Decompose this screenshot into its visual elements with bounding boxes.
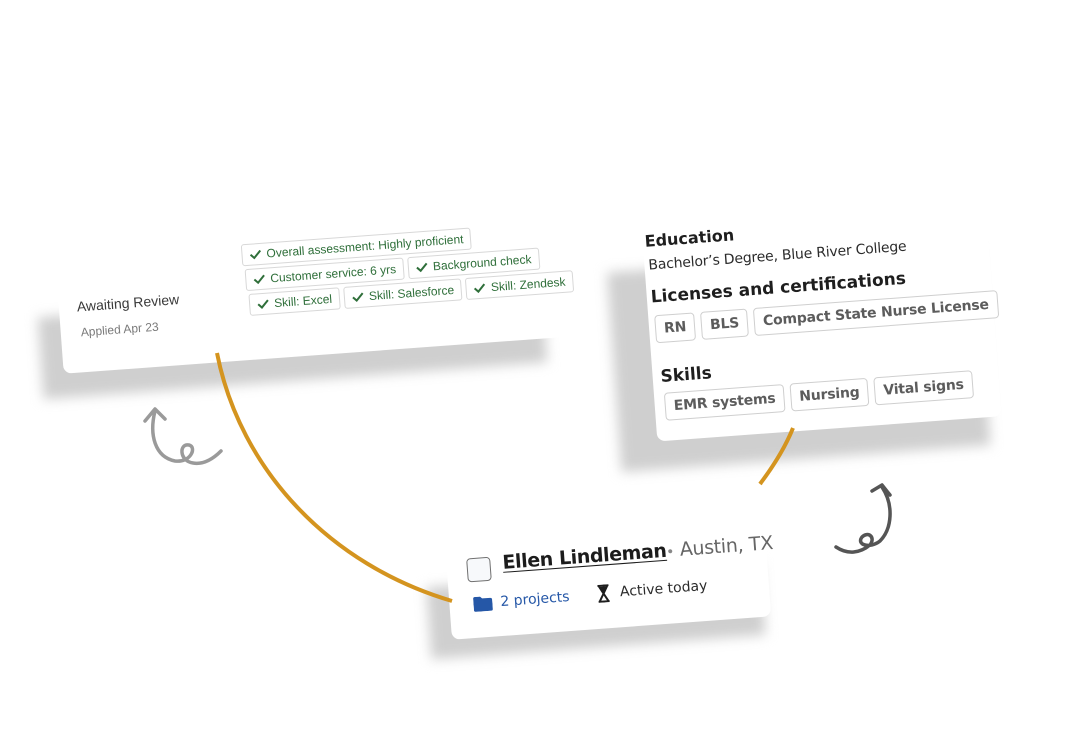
separator-dot: • — [665, 544, 675, 561]
connector-arc — [215, 352, 453, 603]
checkmark-icon — [416, 262, 428, 273]
skills-heading: Skills — [659, 363, 713, 387]
assessment-badge: Skill: Zendesk — [465, 270, 575, 300]
badge-label: Skill: Salesforce — [368, 282, 455, 304]
checkmark-icon — [474, 283, 486, 294]
assessment-badge: Skill: Excel — [248, 287, 341, 316]
badge-label: Background check — [432, 252, 532, 274]
education-heading: Education — [643, 225, 735, 251]
checkmark-icon — [249, 249, 262, 260]
activity-status: Active today — [596, 577, 708, 603]
badge-label: Skill: Excel — [273, 291, 333, 311]
projects-link[interactable]: 2 projects — [473, 589, 570, 612]
license-chip: RN — [654, 312, 697, 344]
skill-chip: Vital signs — [873, 370, 974, 406]
checkmark-icon — [257, 299, 269, 309]
skill-chip: Nursing — [789, 377, 870, 412]
assessment-badges: Overall assessment: Highly proficient Cus… — [240, 220, 586, 320]
card-surface: Education Bachelor’s Degree, Blue River … — [642, 206, 1002, 442]
applied-date: Applied Apr 23 — [80, 319, 160, 340]
license-chip: BLS — [700, 308, 750, 340]
curly-arrow-up-right-icon — [834, 483, 892, 554]
select-candidate-checkbox[interactable] — [466, 556, 492, 583]
illustration-stage: Awaiting Review Applied Apr 23 Overall a… — [0, 0, 1076, 744]
skill-chip: EMR systems — [663, 384, 786, 421]
hourglass-icon — [597, 584, 610, 603]
checkmark-icon — [352, 292, 364, 302]
curly-arrow-up-left-icon — [143, 407, 223, 466]
folder-icon — [473, 596, 493, 612]
projects-label: 2 projects — [499, 589, 571, 611]
activity-label: Active today — [619, 577, 708, 601]
badge-label: Skill: Zendesk — [490, 274, 566, 295]
checkmark-icon — [253, 274, 265, 285]
assessment-badge: Skill: Salesforce — [343, 278, 463, 309]
badge-label: Customer service: 6 yrs — [269, 262, 397, 286]
